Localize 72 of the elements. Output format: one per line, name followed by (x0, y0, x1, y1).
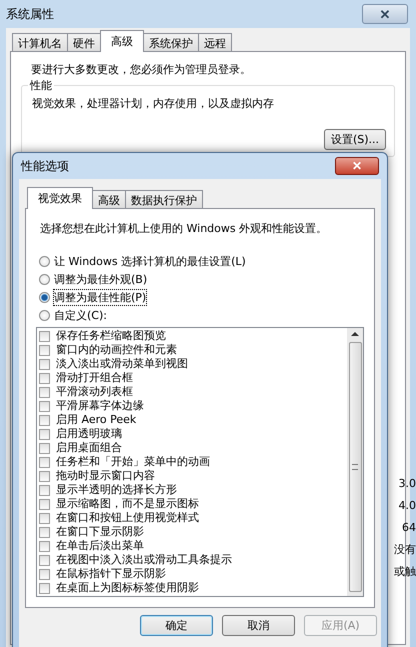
grip-icon (352, 464, 358, 470)
scroll-thumb[interactable] (348, 342, 362, 592)
checkbox[interactable] (39, 498, 50, 510)
checkbox-label: 滑动打开组合框 (56, 371, 133, 385)
partial-text: 3.0 (398, 477, 416, 491)
checkbox[interactable] (39, 554, 50, 566)
checkbox[interactable] (39, 484, 50, 496)
settings-button[interactable]: 设置(S)... (324, 129, 386, 150)
checkbox[interactable] (39, 344, 50, 356)
partial-text: 4.0 (398, 499, 416, 513)
checkbox-label: 淡入淡出或滑动菜单到视图 (56, 357, 188, 371)
intro-text: 选择您想在此计算机上使用的 Windows 外观和性能设置。 (40, 221, 328, 236)
group-legend: 性能 (28, 78, 54, 93)
radio-button[interactable] (39, 310, 50, 321)
tab[interactable]: 高级 (100, 30, 144, 52)
checkbox-label: 窗口内的动画控件和元素 (56, 343, 177, 357)
checkbox-label: 在窗口和按钮上使用视觉样式 (56, 511, 199, 525)
tab[interactable]: 远程 (198, 33, 232, 52)
radio-button[interactable] (39, 274, 50, 285)
checkbox-label: 启用桌面组合 (56, 441, 122, 455)
checkbox-label: 在桌面上为图标标签使用阴影 (56, 581, 199, 595)
checkbox[interactable] (39, 358, 50, 370)
partial-text: 64 (402, 521, 416, 535)
partial-text: 或触 (394, 565, 416, 579)
checkbox[interactable] (39, 582, 50, 594)
checkbox-label: 平滑滚动列表框 (56, 385, 133, 399)
checkbox[interactable] (39, 540, 50, 552)
checkbox-label: 保存任务栏缩略图预览 (56, 329, 166, 343)
tab[interactable]: 系统保护 (143, 33, 199, 52)
checkbox-label: 平滑屏幕字体边缘 (56, 399, 144, 413)
checkbox[interactable] (39, 442, 50, 454)
partial-text: 没有 (394, 543, 416, 557)
checkbox[interactable] (39, 470, 50, 482)
checkbox-label: 启用 Aero Peek (56, 413, 136, 427)
tab[interactable]: 计算机名 (12, 33, 68, 52)
checkbox-label: 在单击后淡出菜单 (56, 539, 144, 553)
checkbox[interactable] (39, 526, 50, 538)
performance-description: 视觉效果，处理器计划，内存使用，以及虚拟内存 (31, 96, 275, 111)
checkbox-label: 在视图中淡入淡出或滑动工具条提示 (56, 553, 232, 567)
tab[interactable]: 硬件 (67, 33, 101, 52)
radio-label: 自定义(C): (54, 308, 107, 323)
dialog-title: 性能选项 (21, 158, 69, 174)
close-button[interactable]: ✕ (362, 4, 408, 24)
checkbox-label: 显示半透明的选择长方形 (56, 483, 177, 497)
tab[interactable]: 数据执行保护 (125, 190, 203, 209)
radio-label: 调整为最佳性能(P) (54, 290, 146, 305)
checkbox[interactable] (39, 414, 50, 426)
checkbox[interactable] (39, 400, 50, 412)
checkbox[interactable] (39, 428, 50, 440)
radio-label: 调整为最佳外观(B) (54, 272, 148, 287)
dialog-button[interactable]: 确定 (140, 615, 213, 636)
checkbox[interactable] (39, 386, 50, 398)
checkbox-label: 任务栏和「开始」菜单中的动画 (56, 455, 210, 469)
checkbox-label: 显示缩略图，而不是显示图标 (56, 497, 199, 511)
checkbox-label: 拖动时显示窗口内容 (56, 469, 155, 483)
checkbox-label: 启用透明玻璃 (56, 427, 122, 441)
tab[interactable]: 视觉效果 (27, 187, 93, 209)
checkbox-label: 在窗口下显示阴影 (56, 525, 144, 539)
radio-button[interactable] (39, 256, 50, 267)
radio-button[interactable] (39, 292, 50, 303)
checkbox[interactable] (39, 568, 50, 580)
admin-note: 要进行大多数更改，您必须作为管理员登录。 (31, 62, 252, 77)
checkbox-label: 在鼠标指针下显示阴影 (56, 567, 166, 581)
checkbox[interactable] (39, 456, 50, 468)
checkbox[interactable] (39, 372, 50, 384)
scroll-up-icon[interactable] (351, 332, 359, 336)
scrollbar[interactable] (347, 328, 363, 596)
radio-label: 让 Windows 选择计算机的最佳设置(L) (54, 254, 246, 269)
checkbox[interactable] (39, 330, 50, 342)
window-title: 系统属性 (6, 6, 54, 22)
dialog-button[interactable]: 取消 (222, 615, 295, 636)
checkbox[interactable] (39, 512, 50, 524)
